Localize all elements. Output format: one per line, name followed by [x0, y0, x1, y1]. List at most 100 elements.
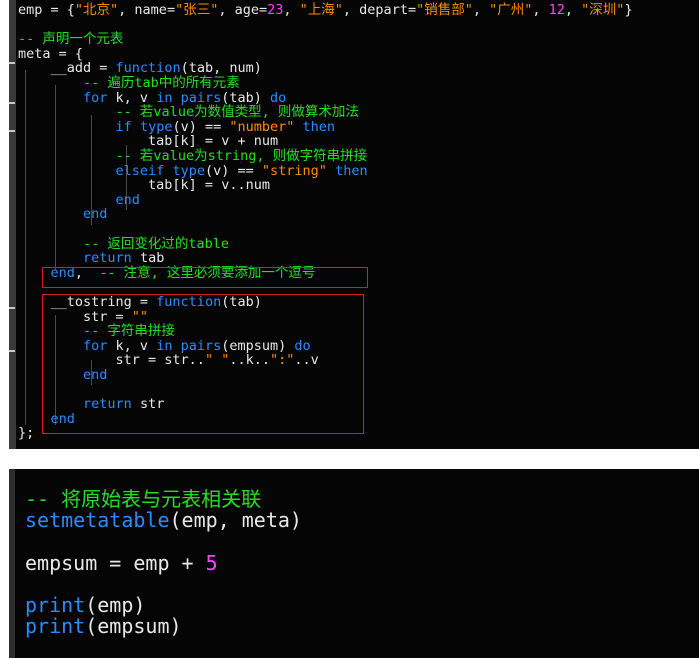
code-token: "张三" — [175, 2, 219, 18]
fold-marker[interactable] — [9, 102, 15, 104]
code-token: "上海" — [299, 2, 343, 18]
code-token: str — [131, 396, 165, 413]
code-token: type — [172, 162, 205, 179]
code-token: , — [283, 2, 300, 18]
line-gutter — [9, 469, 15, 658]
code-token: , age= — [218, 2, 268, 18]
code-token: "北京" — [74, 2, 119, 18]
code-line: print(empsum) — [25, 615, 182, 637]
code-token: end — [50, 410, 75, 427]
code-token: return — [83, 396, 132, 413]
code-token: , — [564, 2, 582, 18]
code-line: print(emp) — [25, 594, 145, 616]
code-editor-top[interactable]: emp = {"北京", name="张三", age=23, "上海", de… — [9, 0, 699, 449]
code-token: __add = — [18, 60, 116, 77]
code-token: k, v — [107, 89, 157, 106]
code-token: " " — [204, 352, 230, 369]
code-token: empsum = emp + — [25, 550, 206, 575]
code-token: print — [25, 614, 86, 639]
code-token: for — [83, 337, 108, 354]
code-token: -- 字符串拼接 — [83, 323, 175, 340]
code-token: , — [532, 2, 549, 18]
code-token: function — [156, 294, 222, 310]
code-token: 5 — [205, 550, 218, 575]
code-token: tab[k] = v + num — [18, 133, 279, 150]
code-token: tab[k] = v..num — [18, 177, 270, 194]
code-line: setmetatable(emp, meta) — [25, 509, 302, 531]
code-line: emp = {"北京", name="张三", age=23, "上海", de… — [18, 3, 633, 18]
code-token: end — [115, 191, 140, 208]
code-token: elseif — [115, 162, 165, 179]
code-token: do — [294, 337, 311, 354]
code-line: end — [18, 368, 107, 383]
code-token: ..v — [294, 352, 319, 369]
fold-marker[interactable] — [9, 350, 15, 352]
code-token: 23 — [267, 2, 284, 18]
code-token: then — [302, 118, 336, 135]
code-token: return — [83, 250, 132, 267]
code-token: (empsum) — [85, 614, 182, 639]
fold-marker[interactable] — [9, 62, 15, 64]
code-token: -- 声明一个元表 — [18, 31, 124, 48]
code-token: ":" — [269, 352, 295, 369]
code-token: in — [156, 337, 173, 354]
code-token: -- 遍历tab中的所有元素 — [83, 75, 240, 91]
code-editor-bottom[interactable]: -- 将原始表与元表相关联 setmetatable(emp, meta) emps… — [9, 469, 699, 658]
code-token: emp = { — [18, 2, 75, 18]
code-token: -- 若value为数值类型, 则做算术加法 — [115, 104, 359, 121]
code-token: (tab) — [221, 89, 271, 106]
code-token: "string" — [261, 162, 327, 179]
line-gutter — [9, 0, 16, 449]
code-token: (emp, meta) — [169, 508, 302, 533]
code-token: (v) == — [204, 162, 262, 179]
code-token: function — [115, 60, 181, 77]
fold-marker[interactable] — [9, 307, 15, 309]
code-token: , — [74, 264, 100, 281]
code-token: ..k.. — [229, 352, 270, 369]
code-token: pairs — [180, 337, 222, 354]
code-token: for — [83, 89, 108, 106]
code-token: end — [50, 264, 75, 281]
code-token: in — [156, 89, 173, 106]
code-token: 12 — [548, 2, 565, 18]
code-token: (empsum) — [221, 337, 295, 354]
code-token: (v) == — [172, 118, 230, 135]
code-token: (tab, num) — [180, 60, 262, 77]
code-token: str = str.. — [18, 352, 205, 369]
code-token: , depart= — [342, 2, 417, 18]
code-token: pairs — [180, 89, 222, 106]
code-token: type — [139, 118, 173, 135]
code-token: -- 返回变化过的table — [83, 235, 230, 252]
code-token: "销售部" — [416, 2, 473, 18]
code-token: (tab) — [221, 294, 262, 310]
code-token: tab — [131, 250, 165, 267]
code-token: , name= — [118, 2, 176, 18]
code-token: do — [270, 89, 287, 106]
code-line: -- 将原始表与元表相关联 — [25, 488, 261, 510]
code-line: end, -- 注意, 这里必须要添加一个逗号 — [18, 264, 316, 281]
code-line: empsum = emp + 5 — [25, 552, 218, 574]
fold-marker[interactable] — [9, 130, 15, 132]
code-line: }; — [18, 426, 34, 441]
code-token: }; — [18, 425, 35, 442]
code-token: k, v — [107, 337, 157, 354]
code-token: -- 注意, 这里必须要添加一个逗号 — [99, 264, 316, 281]
code-token: meta = { — [18, 45, 84, 62]
